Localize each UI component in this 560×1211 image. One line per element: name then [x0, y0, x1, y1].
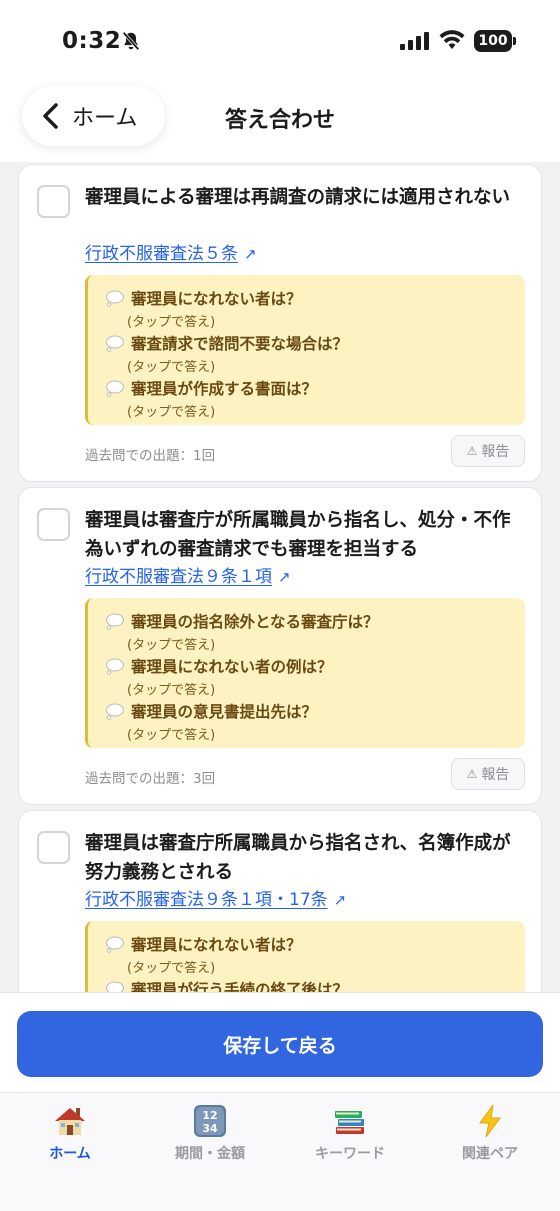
- question-text: 審理員による審理は再調査の請求には適用されない: [85, 187, 510, 208]
- external-arrow-icon: ↗: [333, 891, 347, 909]
- hint-item[interactable]: 審理員になれない者の例は？ (タップで答え): [105, 655, 333, 698]
- answer-checkbox[interactable]: [37, 185, 70, 218]
- external-arrow-icon: ↗: [278, 568, 291, 586]
- hint-item[interactable]: 審理員になれない者は？ (タップで答え): [105, 933, 302, 976]
- question-text: 審理員は審査庁所属職員から指名され、名簿作成が努力義務とされる: [85, 833, 511, 883]
- hint-question: 審理員になれない者は？: [131, 936, 302, 954]
- tab-label: 期間・金額: [175, 1146, 245, 1162]
- thought-bubble-icon: [106, 335, 124, 352]
- hint-question: 審理員の指名除外となる審査庁は？: [131, 613, 379, 631]
- save-and-return-button[interactable]: 保存して戻る: [17, 1011, 543, 1077]
- svg-text:34: 34: [202, 1122, 218, 1135]
- thought-bubble-icon: [106, 658, 124, 675]
- warning-icon: ⚠: [466, 767, 478, 781]
- bell-off-icon: [122, 31, 140, 51]
- books-icon: [335, 1111, 364, 1134]
- law-link-label: 行政不服審査法９条１項・17条: [85, 890, 328, 910]
- past-exam-count: 過去問での出題：3回: [85, 771, 216, 787]
- thought-bubble-icon: [106, 613, 124, 630]
- report-label: 報告: [481, 444, 510, 460]
- hint-item[interactable]: 審理員が行う手続の終了後は？: [105, 978, 348, 992]
- hint-tap-text: (タップで答え): [127, 683, 216, 698]
- hint-question: 審理員が行う手続の終了後は？: [131, 981, 349, 992]
- law-link[interactable]: 行政不服審査法５条 ↗: [85, 239, 257, 264]
- thought-bubble-icon: [106, 380, 124, 397]
- hint-item[interactable]: 審理員の指名除外となる審査庁は？ (タップで答え): [105, 610, 379, 653]
- external-arrow-icon: ↗: [244, 245, 257, 263]
- page-title: 答え合わせ: [224, 108, 335, 133]
- thought-bubble-icon: [106, 703, 124, 720]
- question-card: 審理員による審理は再調査の請求には適用されない 行政不服審査法５条 ↗ 審理員にな…: [18, 164, 542, 482]
- report-button[interactable]: ⚠ 報告: [451, 758, 525, 790]
- thought-bubble-icon: [106, 981, 124, 992]
- law-link[interactable]: 行政不服審査法９条１項 ↗: [85, 562, 291, 587]
- wifi-icon: [439, 30, 465, 49]
- hint-tap-text: (タップで答え): [127, 315, 216, 330]
- hint-question: 審査請求で諮問不要な場合は？: [131, 335, 349, 353]
- hint-question: 審理員になれない者は？: [131, 290, 302, 308]
- report-button[interactable]: ⚠ 報告: [451, 435, 525, 467]
- status-bar: 0:32 100: [0, 0, 560, 84]
- house-icon: [55, 1108, 85, 1135]
- hint-question: 審理員になれない者の例は？: [131, 658, 333, 676]
- hint-tap-text: (タップで答え): [127, 961, 216, 976]
- hint-tap-text: (タップで答え): [127, 405, 216, 420]
- hint-box: 審理員になれない者は？ (タップで答え) 審査請求で諮問不要な場合は？ (タップ…: [85, 275, 525, 425]
- question-list[interactable]: 審理員による審理は再調査の請求には適用されない 行政不服審査法５条 ↗ 審理員にな…: [0, 162, 560, 992]
- hint-item[interactable]: 審理員になれない者は？ (タップで答え): [105, 287, 302, 330]
- report-label: 報告: [481, 767, 510, 783]
- hint-item[interactable]: 審理員の意見書提出先は？ (タップで答え): [105, 700, 317, 743]
- tab-related-pair[interactable]: 関連ペア: [430, 1103, 550, 1163]
- hint-question: 審理員が作成する書面は？: [131, 380, 318, 398]
- battery-indicator: 100: [474, 30, 516, 52]
- question-text: 審理員は審査庁が所属職員から指名し、処分・不作為いずれの審査請求でも審理を担当す…: [85, 510, 511, 560]
- thought-bubble-icon: [106, 936, 124, 953]
- law-link[interactable]: 行政不服審査法９条１項・17条 ↗: [85, 885, 346, 910]
- past-exam-count: 過去問での出題：1回: [85, 448, 216, 464]
- nav-bar: ホーム 答え合わせ: [0, 84, 560, 162]
- tab-keyword[interactable]: キーワード: [290, 1103, 410, 1163]
- status-time: 0:32: [62, 28, 122, 54]
- tab-period-amount[interactable]: 12 34 期間・金額: [150, 1103, 270, 1163]
- hint-item[interactable]: 審理員が作成する書面は？ (タップで答え): [105, 377, 317, 420]
- svg-text:12: 12: [202, 1109, 217, 1122]
- law-link-label: 行政不服審査法９条１項: [85, 567, 272, 587]
- thought-bubble-icon: [106, 290, 124, 307]
- lightning-icon: [479, 1104, 501, 1138]
- law-link-label: 行政不服審査法５条: [85, 244, 238, 264]
- hint-box: 審理員になれない者は？ (タップで答え) 審理員が行う手続の終了後は？: [85, 921, 525, 992]
- warning-icon: ⚠: [466, 444, 478, 458]
- hint-tap-text: (タップで答え): [127, 638, 216, 653]
- hint-tap-text: (タップで答え): [127, 360, 216, 375]
- tab-bar: ホーム 12 34 期間・金額 キーワード 関連ペア: [0, 1092, 560, 1211]
- hint-tap-text: (タップで答え): [127, 728, 216, 743]
- numbers-icon: 12 34: [194, 1105, 226, 1137]
- tab-label: ホーム: [49, 1146, 91, 1162]
- hint-question: 審理員の意見書提出先は？: [131, 703, 318, 721]
- hint-item[interactable]: 審査請求で諮問不要な場合は？ (タップで答え): [105, 332, 348, 375]
- cellular-signal-icon: [400, 32, 429, 50]
- answer-checkbox[interactable]: [37, 831, 70, 864]
- question-card: 審理員は審査庁所属職員から指名され、名簿作成が努力義務とされる 行政不服審査法９…: [18, 810, 542, 992]
- save-area: 保存して戻る: [0, 992, 560, 1092]
- tab-label: キーワード: [315, 1146, 385, 1162]
- question-card: 審理員は審査庁が所属職員から指名し、処分・不作為いずれの審査請求でも審理を担当す…: [18, 487, 542, 805]
- tab-label: 関連ペア: [462, 1146, 518, 1162]
- answer-checkbox[interactable]: [37, 508, 70, 541]
- tab-home[interactable]: ホーム: [10, 1103, 130, 1163]
- hint-box: 審理員の指名除外となる審査庁は？ (タップで答え) 審理員になれない者の例は？ …: [85, 598, 525, 748]
